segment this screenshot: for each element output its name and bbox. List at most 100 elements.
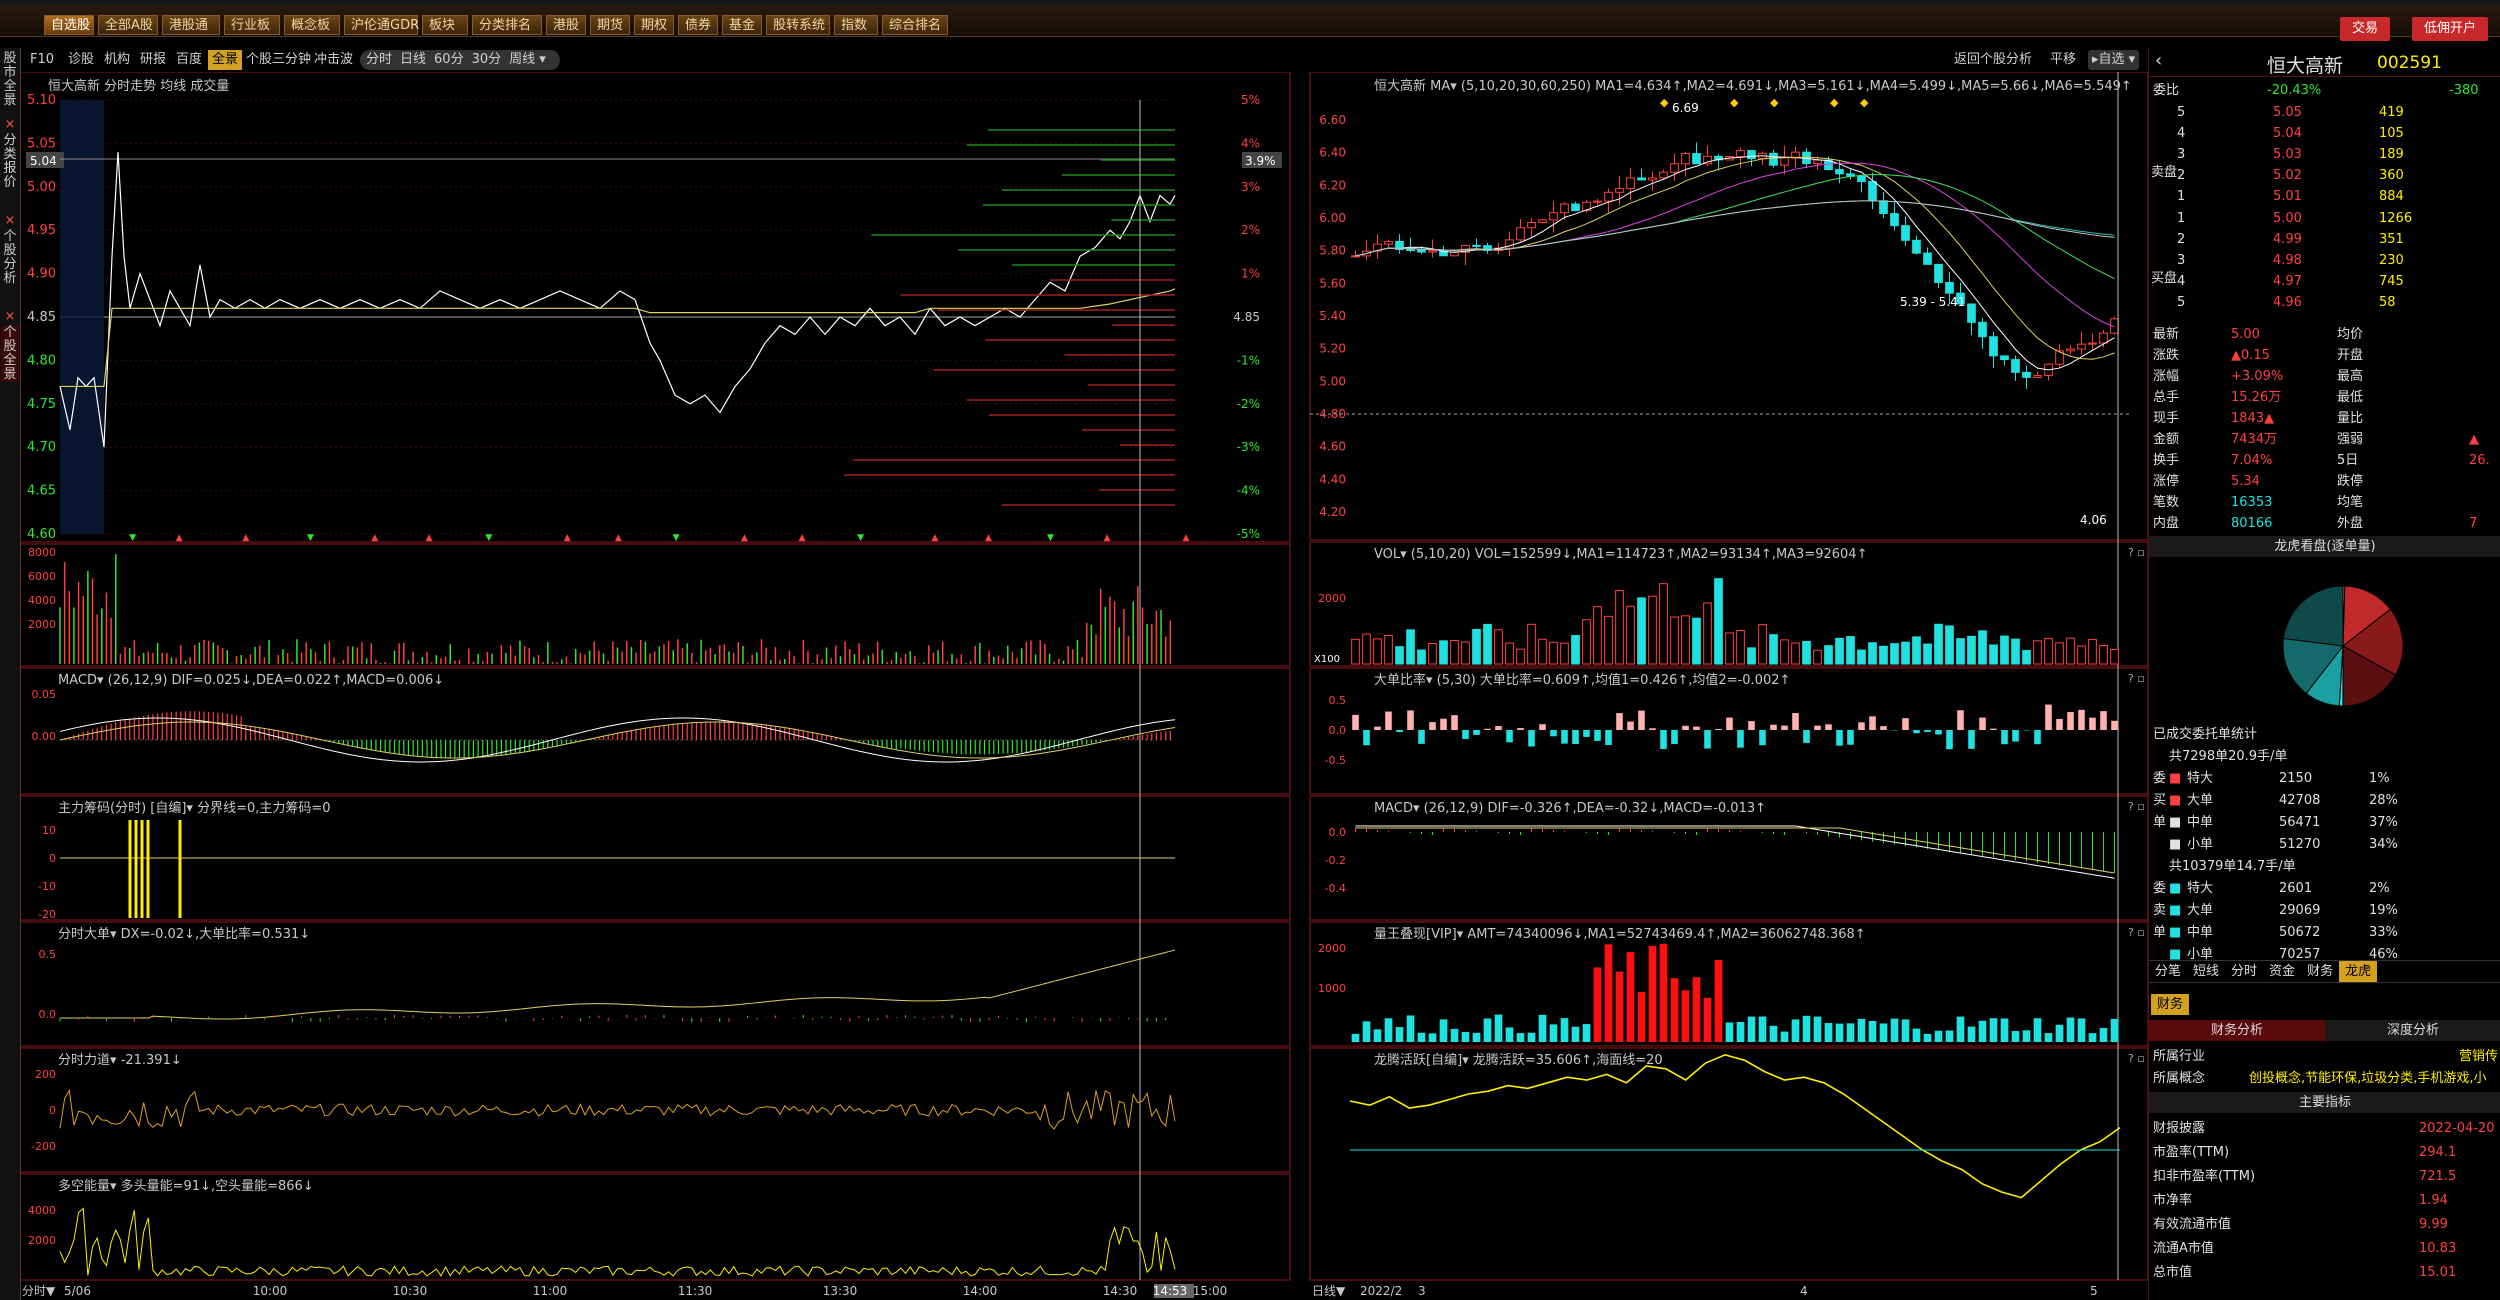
quote-cell: 2 xyxy=(2177,232,2186,247)
lwd-bar xyxy=(1780,1031,1789,1042)
quote-cell: 大单 xyxy=(2187,793,2214,808)
time-label: 5/06 xyxy=(64,1284,91,1298)
time-axis-left-label: 分时▼ xyxy=(22,1284,56,1298)
candle-body xyxy=(2011,359,2020,373)
toolbar-item[interactable]: 综合排名 xyxy=(882,15,948,35)
fin-subtab-analysis[interactable]: 财务分析 xyxy=(2149,1020,2325,1041)
quote-panel: ‹ 恒大高新 002591 委比 -20.43% -380 5 5.05 419 4 5.04… xyxy=(2148,48,2500,1300)
period-option[interactable]: 周线 ▾ xyxy=(509,52,546,67)
candle-body xyxy=(1901,225,1910,241)
fin-tab[interactable]: 财务 xyxy=(2151,994,2190,1015)
candle-body xyxy=(1648,177,1657,181)
candle-body xyxy=(2088,342,2097,345)
quote-cell: 财报披露 xyxy=(2153,1121,2206,1136)
quote-tab[interactable]: 短线 xyxy=(2187,961,2225,982)
chart-area[interactable]: 5.10 5% 5.05 4% 5.00 3% 4.95 2% 4.90 1% 4.85 4.85 4.… xyxy=(20,72,2148,1300)
fin-subtab-deep[interactable]: 深度分析 xyxy=(2325,1020,2500,1041)
quote-cell: ▲0.15 xyxy=(2231,348,2270,363)
subbar-item[interactable]: 百度 xyxy=(172,50,206,70)
subbar-item[interactable]: 全景 xyxy=(208,50,243,70)
subbar-right-item[interactable]: 平移 xyxy=(2046,50,2080,70)
category-quote-tab[interactable]: 分类报价 xyxy=(1,134,19,190)
daily-volume-bar xyxy=(1417,649,1426,665)
toolbar-item[interactable]: 港股通 xyxy=(162,15,220,35)
quote-tab[interactable]: 资金 xyxy=(2263,961,2301,982)
open-account-button[interactable]: 低佣开户 xyxy=(2412,17,2489,41)
close-icon[interactable]: × xyxy=(1,214,19,228)
panel-controls-icon[interactable]: ? ▫ × xyxy=(2128,1052,2148,1065)
lwd-bar xyxy=(1637,992,1646,1042)
daily-volume-bar xyxy=(1362,633,1371,665)
subbar-right-item[interactable]: ▸自选 ▾ xyxy=(2088,50,2140,70)
panel-controls-icon[interactable]: ? ▫ × xyxy=(2128,546,2148,559)
quote-row: 1 5.01 884 xyxy=(2149,186,2500,207)
subbar-item[interactable]: 冲击波 xyxy=(310,50,357,70)
quote-cell: 4.99 xyxy=(2273,232,2302,247)
stock-full-tab[interactable]: 个股全景 xyxy=(1,326,19,382)
panel-controls-icon[interactable]: ? ▫ × xyxy=(2128,926,2148,939)
period-option[interactable]: 分时 xyxy=(366,52,392,67)
subbar-item[interactable]: 个股三分钟 xyxy=(242,50,315,70)
quote-tab[interactable]: 分时 xyxy=(2225,961,2263,982)
subbar-item[interactable]: 研报 xyxy=(136,50,170,70)
quote-cell: 2601 xyxy=(2279,881,2313,896)
candle-body xyxy=(1978,321,1987,338)
daily-volume-bar xyxy=(1835,637,1844,665)
toolbar-item[interactable]: 沪伦通GDR xyxy=(344,15,419,35)
trade-button[interactable]: 交易 xyxy=(2340,17,2391,41)
toolbar-item[interactable]: 板块 xyxy=(422,15,468,35)
candle-body xyxy=(1472,244,1481,247)
toolbar-item[interactable]: 基金 xyxy=(722,15,762,35)
daily-volume-bar xyxy=(1560,642,1569,665)
quote-cell: 开盘 xyxy=(2337,348,2364,363)
candle-body xyxy=(1934,263,1943,283)
quote-cell: 总市值 xyxy=(2153,1265,2193,1280)
candle-body xyxy=(2099,332,2108,344)
lwd-bar xyxy=(2022,1030,2031,1042)
lwd-bar xyxy=(1703,997,1712,1042)
toolbar-item[interactable]: 概念板 xyxy=(284,15,340,35)
toolbar-item[interactable]: 指数 xyxy=(834,15,878,35)
zlcm-tick: 0 xyxy=(49,852,56,865)
period-option[interactable]: 日线 xyxy=(400,52,426,67)
ddbl-bar xyxy=(1451,715,1458,730)
subbar-right-item[interactable]: 返回个股分析 xyxy=(1950,50,2036,70)
quote-row: 换手 7.04% 5日 26. xyxy=(2149,450,2500,471)
toolbar-item[interactable]: 行业板 xyxy=(224,15,280,35)
daily-volume-bar xyxy=(1879,645,1888,665)
toolbar-item[interactable]: 港股 xyxy=(546,15,586,35)
subbar-item[interactable]: 诊股 xyxy=(64,50,98,70)
close-icon[interactable]: × xyxy=(1,310,19,324)
quote-tab[interactable]: 财务 xyxy=(2301,961,2339,982)
dadan-line xyxy=(60,949,1176,1020)
candle-body xyxy=(1857,175,1866,182)
lwd-bar xyxy=(1560,1018,1569,1042)
toolbar-item[interactable]: 期货 xyxy=(590,15,630,35)
ddbl-bar xyxy=(1572,730,1579,745)
period-option[interactable]: 60分 xyxy=(434,52,464,67)
date-label: 2022/2 xyxy=(1360,1284,1402,1298)
toolbar-item[interactable]: 自选股 xyxy=(44,15,94,35)
close-icon[interactable]: × xyxy=(1,118,19,132)
quote-tab[interactable]: 分笔 xyxy=(2149,961,2187,982)
subbar-item[interactable]: 机构 xyxy=(100,50,134,70)
period-option[interactable]: 30分 xyxy=(472,52,502,67)
panel-controls-icon[interactable]: ? ▫ × xyxy=(2128,672,2148,685)
time-label: 10:00 xyxy=(253,1284,288,1298)
toolbar-item[interactable]: 期权 xyxy=(634,15,674,35)
panel-controls-icon[interactable]: ? ▫ × xyxy=(2128,800,2148,813)
ddbl-bar xyxy=(1847,730,1854,745)
daily-volume-bar xyxy=(1791,642,1800,665)
subbar-item[interactable]: F10 xyxy=(26,50,58,70)
toolbar-item[interactable]: 债券 xyxy=(678,15,718,35)
stock-analysis-tab[interactable]: 个股分析 xyxy=(1,230,19,286)
daily-volume-bar xyxy=(1428,642,1437,665)
quote-tab[interactable]: 龙虎 xyxy=(2339,961,2378,982)
quote-cell: 721.5 xyxy=(2419,1169,2457,1184)
toolbar-item[interactable]: 全部A股 xyxy=(98,15,158,35)
toolbar-item[interactable]: 股转系统 xyxy=(766,15,830,35)
toolbar-item[interactable]: 分类排名 xyxy=(472,15,542,35)
market-overview-tab[interactable]: 股市全景 xyxy=(1,52,19,108)
time-label: 11:30 xyxy=(678,1284,713,1298)
back-icon[interactable]: ‹ xyxy=(2155,50,2162,71)
